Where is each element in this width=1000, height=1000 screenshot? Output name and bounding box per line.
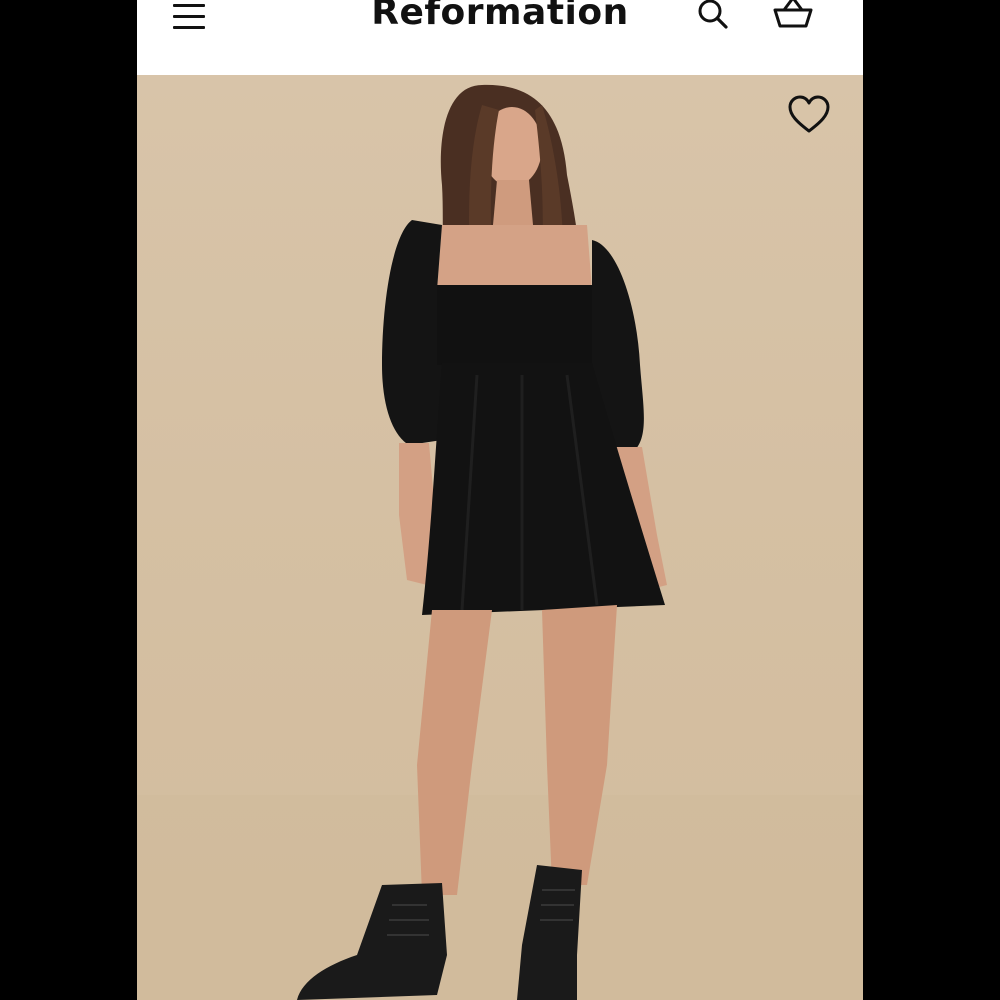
brand-logo[interactable]: Reformation [137, 0, 863, 33]
shopping-basket-icon[interactable] [771, 0, 815, 34]
search-icon[interactable] [693, 0, 733, 34]
screenshot-frame: Reformation [0, 0, 1000, 1000]
mobile-viewport: Reformation [137, 0, 863, 1000]
product-image[interactable] [137, 75, 863, 1000]
model-photo [137, 84, 863, 1000]
heart-outline-icon[interactable] [787, 95, 831, 135]
site-header: Reformation [137, 0, 863, 75]
